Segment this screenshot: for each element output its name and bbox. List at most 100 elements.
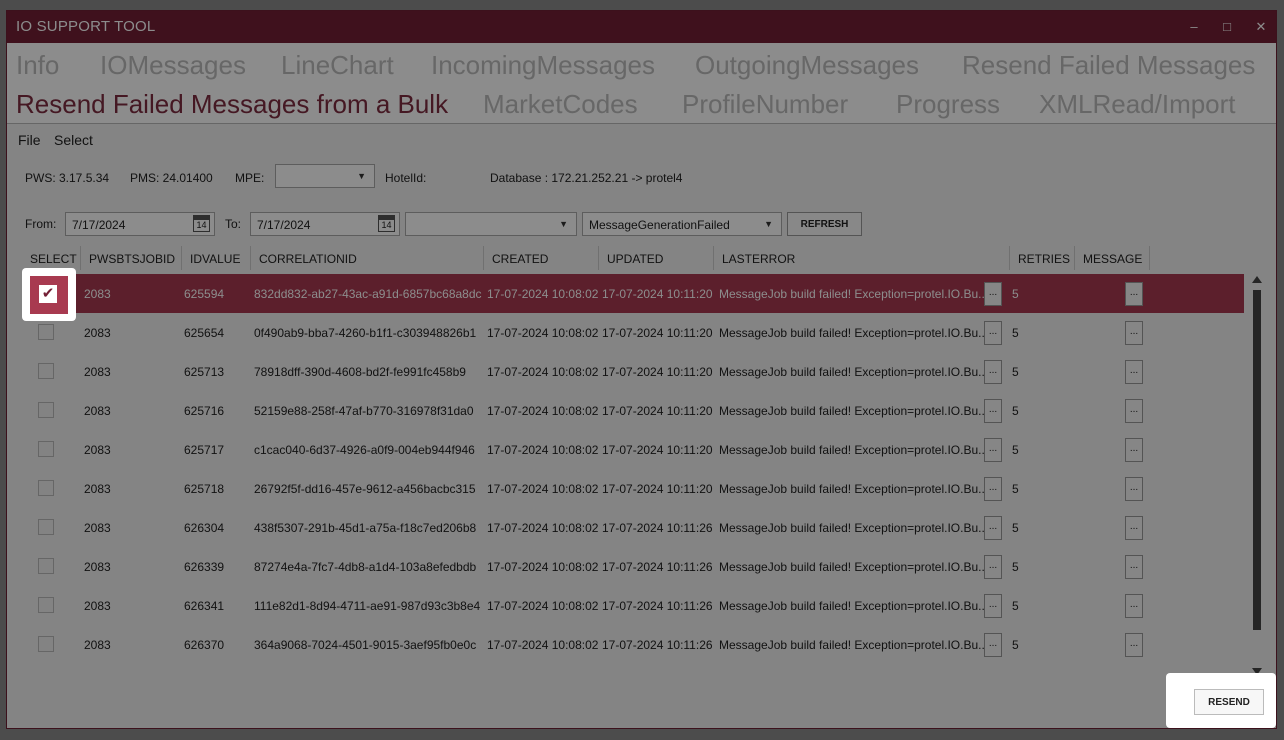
lasterror-details-button[interactable]: ... bbox=[984, 477, 1002, 501]
select-checkbox[interactable] bbox=[38, 324, 54, 340]
message-details-button[interactable]: ... bbox=[1125, 555, 1143, 579]
tab-marketcodes[interactable]: MarketCodes bbox=[483, 89, 638, 120]
tab-resend-failed-messages[interactable]: Resend Failed Messages bbox=[962, 50, 1255, 81]
select-checkbox[interactable] bbox=[38, 363, 54, 379]
cell-job: 2083 bbox=[84, 404, 111, 418]
resend-button[interactable]: RESEND bbox=[1194, 689, 1264, 715]
menu-select[interactable]: Select bbox=[54, 132, 93, 148]
chevron-down-icon: ▼ bbox=[357, 171, 366, 181]
tab-resend-failed-messages-bulk[interactable]: Resend Failed Messages from a Bulk bbox=[16, 89, 448, 120]
close-button[interactable]: ✕ bbox=[1249, 17, 1273, 37]
lasterror-details-button[interactable]: ... bbox=[984, 282, 1002, 306]
scroll-thumb[interactable] bbox=[1253, 290, 1261, 630]
tab-xmlread-import[interactable]: XMLRead/Import bbox=[1039, 89, 1236, 120]
select-checkbox[interactable] bbox=[38, 480, 54, 496]
from-date-picker[interactable]: 7/17/2024 14 bbox=[65, 212, 215, 236]
lasterror-details-button[interactable]: ... bbox=[984, 594, 1002, 618]
tab-profilenumber[interactable]: ProfileNumber bbox=[682, 89, 848, 120]
calendar-icon[interactable]: 14 bbox=[378, 215, 395, 232]
table-row[interactable]: 2083 625594 832dd832-ab27-43ac-a91d-6857bc… bbox=[22, 274, 1244, 313]
select-checkbox[interactable] bbox=[38, 519, 54, 535]
menu-file[interactable]: File bbox=[18, 132, 41, 148]
message-details-button[interactable]: ... bbox=[1125, 633, 1143, 657]
cell-corr: 111e82d1-8d94-4711-ae91-987d93c3b8e4 bbox=[254, 599, 481, 613]
tab-outgoingmessages[interactable]: OutgoingMessages bbox=[695, 50, 919, 81]
message-details-button[interactable]: ... bbox=[1125, 282, 1143, 306]
lasterror-details-button[interactable]: ... bbox=[984, 555, 1002, 579]
table-row[interactable]: 2083 626339 87274e4a-7fc7-4db8-a1d4-103a8e… bbox=[22, 547, 1244, 586]
col-header-lasterror[interactable]: LASTERROR bbox=[714, 246, 1010, 270]
table-row[interactable]: 2083 625718 26792f5f-dd16-457e-9612-a456ba… bbox=[22, 469, 1244, 508]
checkbox-checked-icon[interactable]: ✔ bbox=[39, 285, 57, 303]
mpe-select[interactable]: ▼ bbox=[275, 164, 375, 188]
message-details-button[interactable]: ... bbox=[1125, 321, 1143, 345]
calendar-icon[interactable]: 14 bbox=[193, 215, 210, 232]
table-row[interactable]: 2083 625713 78918dff-390d-4608-bd2f-fe991f… bbox=[22, 352, 1244, 391]
grid-scrollbar[interactable] bbox=[1252, 276, 1262, 676]
select-checkbox[interactable] bbox=[38, 558, 54, 574]
tab-progress[interactable]: Progress bbox=[896, 89, 1000, 120]
cell-updated: 17-07-2024 10:11:26 bbox=[602, 521, 713, 535]
window-title: IO SUPPORT TOOL bbox=[16, 18, 156, 35]
message-details-button[interactable]: ... bbox=[1125, 516, 1143, 540]
lasterror-details-button[interactable]: ... bbox=[984, 516, 1002, 540]
table-row[interactable]: 2083 625717 c1cac040-6d37-4926-a0f9-004eb9… bbox=[22, 430, 1244, 469]
col-header-created[interactable]: CREATED bbox=[484, 246, 599, 270]
lasterror-details-button[interactable]: ... bbox=[984, 438, 1002, 462]
maximize-button[interactable]: □ bbox=[1215, 17, 1239, 37]
cell-created: 17-07-2024 10:08:02 bbox=[487, 404, 599, 418]
to-date-picker[interactable]: 7/17/2024 14 bbox=[250, 212, 400, 236]
pws-version: PWS: 3.17.5.34 bbox=[25, 171, 110, 185]
cell-job: 2083 bbox=[84, 326, 111, 340]
col-header-pwsbtsjobid[interactable]: PWSBTSJOBID bbox=[81, 246, 182, 270]
message-details-button[interactable]: ... bbox=[1125, 360, 1143, 384]
cell-retries: 5 bbox=[1012, 638, 1019, 652]
select-checkbox[interactable] bbox=[38, 441, 54, 457]
cell-created: 17-07-2024 10:08:02 bbox=[487, 599, 599, 613]
scroll-up-icon[interactable] bbox=[1252, 276, 1262, 283]
pms-version: PMS: 24.01400 bbox=[130, 171, 213, 185]
col-header-correlationid[interactable]: CORRELATIONID bbox=[251, 246, 484, 270]
cell-updated: 17-07-2024 10:11:20 bbox=[602, 404, 713, 418]
tab-iomessages[interactable]: IOMessages bbox=[100, 50, 246, 81]
cell-corr: 26792f5f-dd16-457e-9612-a456bacbc315 bbox=[254, 482, 476, 496]
cell-created: 17-07-2024 10:08:02 bbox=[487, 365, 599, 379]
lasterror-details-button[interactable]: ... bbox=[984, 633, 1002, 657]
minimize-button[interactable]: – bbox=[1182, 17, 1206, 37]
lasterror-details-button[interactable]: ... bbox=[984, 360, 1002, 384]
lasterror-details-button[interactable]: ... bbox=[984, 399, 1002, 423]
table-row[interactable]: 2083 625716 52159e88-258f-47af-b770-316978… bbox=[22, 391, 1244, 430]
cell-retries: 5 bbox=[1012, 287, 1019, 301]
tab-info[interactable]: Info bbox=[16, 50, 59, 81]
cell-corr: 87274e4a-7fc7-4db8-a1d4-103a8efedbdb bbox=[254, 560, 477, 574]
select-checkbox[interactable] bbox=[38, 636, 54, 652]
table-row[interactable]: 2083 625654 0f490ab9-bba7-4260-b1f1-c30394… bbox=[22, 313, 1244, 352]
message-details-button[interactable]: ... bbox=[1125, 594, 1143, 618]
col-header-select[interactable]: SELECT bbox=[22, 246, 81, 270]
cell-retries: 5 bbox=[1012, 404, 1019, 418]
status-select[interactable]: MessageGenerationFailed ▼ bbox=[582, 212, 782, 236]
col-header-retries[interactable]: RETRIES bbox=[1010, 246, 1075, 270]
table-row[interactable]: 2083 626370 364a9068-7024-4501-9015-3aef95… bbox=[22, 625, 1244, 664]
cell-created: 17-07-2024 10:08:02 bbox=[487, 482, 599, 496]
select-checkbox[interactable] bbox=[38, 402, 54, 418]
cell-id: 626341 bbox=[184, 599, 225, 613]
filter-select[interactable]: ▼ bbox=[405, 212, 577, 236]
col-header-message[interactable]: MESSAGE bbox=[1075, 246, 1150, 270]
select-checkbox[interactable] bbox=[38, 597, 54, 613]
tab-linechart[interactable]: LineChart bbox=[281, 50, 394, 81]
col-header-idvalue[interactable]: IDVALUE bbox=[182, 246, 251, 270]
lasterror-details-button[interactable]: ... bbox=[984, 321, 1002, 345]
message-details-button[interactable]: ... bbox=[1125, 399, 1143, 423]
table-row[interactable]: 2083 626304 438f5307-291b-45d1-a75a-f18c7e… bbox=[22, 508, 1244, 547]
cell-updated: 17-07-2024 10:11:20 bbox=[602, 482, 713, 496]
tab-incomingmessages[interactable]: IncomingMessages bbox=[431, 50, 655, 81]
table-row[interactable]: 2083 626341 111e82d1-8d94-4711-ae91-987d93… bbox=[22, 586, 1244, 625]
cell-job: 2083 bbox=[84, 638, 111, 652]
message-details-button[interactable]: ... bbox=[1125, 438, 1143, 462]
refresh-button[interactable]: REFRESH bbox=[787, 212, 862, 236]
cell-created: 17-07-2024 10:08:02 bbox=[487, 326, 599, 340]
message-details-button[interactable]: ... bbox=[1125, 477, 1143, 501]
col-header-updated[interactable]: UPDATED bbox=[599, 246, 714, 270]
cell-corr: 832dd832-ab27-43ac-a91d-6857bc68a8dc bbox=[254, 287, 482, 301]
